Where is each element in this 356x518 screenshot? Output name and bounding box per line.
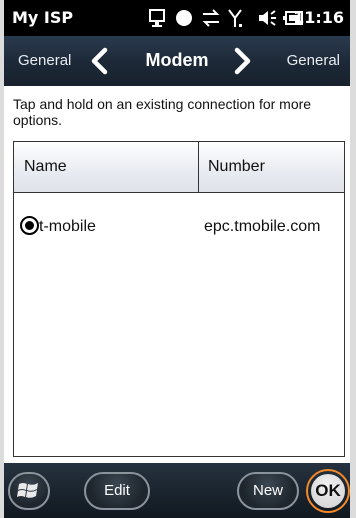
table-row[interactable]: t-mobile epc.tmobile.com — [14, 212, 344, 240]
column-header-number[interactable]: Number — [208, 158, 265, 176]
signal-icon — [228, 9, 242, 27]
chevron-left-icon[interactable] — [86, 47, 114, 75]
new-button[interactable]: New — [237, 472, 299, 510]
chevron-right-icon[interactable] — [228, 47, 256, 75]
sync-icon — [149, 9, 165, 27]
ok-label: OK — [311, 474, 345, 508]
column-divider — [198, 142, 199, 192]
radio-dot — [25, 221, 34, 230]
windows-logo-icon — [17, 483, 38, 498]
app-title: My ISP — [12, 8, 74, 27]
command-bar: Edit New OK — [4, 463, 350, 518]
clock: 11:16 — [293, 8, 344, 27]
radio-selected-icon[interactable] — [20, 216, 39, 235]
edit-button[interactable]: Edit — [84, 472, 150, 510]
column-header-name[interactable]: Name — [24, 158, 67, 176]
connections-table[interactable]: Name Number t-mobile epc.tmobile.com — [13, 141, 345, 457]
ok-button[interactable]: OK — [306, 469, 350, 513]
volume-icon — [259, 10, 276, 26]
nav-right-label[interactable]: General — [287, 52, 340, 69]
pivot-header: General Modem General — [4, 36, 350, 86]
device-screen: My ISP 11:16 General Modem General Tap a… — [4, 0, 350, 518]
nav-left-label[interactable]: General — [18, 52, 71, 69]
table-header: Name Number — [14, 142, 344, 193]
data-arrows-icon — [202, 9, 220, 27]
status-bar: My ISP 11:16 — [4, 0, 350, 36]
hint-text: Tap and hold on an existing connection f… — [13, 96, 312, 128]
content-area: Tap and hold on an existing connection f… — [4, 86, 350, 463]
start-button[interactable] — [8, 472, 50, 510]
connection-name: t-mobile — [39, 218, 96, 235]
connection-number: epc.tmobile.com — [204, 218, 321, 235]
record-dot-icon — [176, 10, 192, 26]
